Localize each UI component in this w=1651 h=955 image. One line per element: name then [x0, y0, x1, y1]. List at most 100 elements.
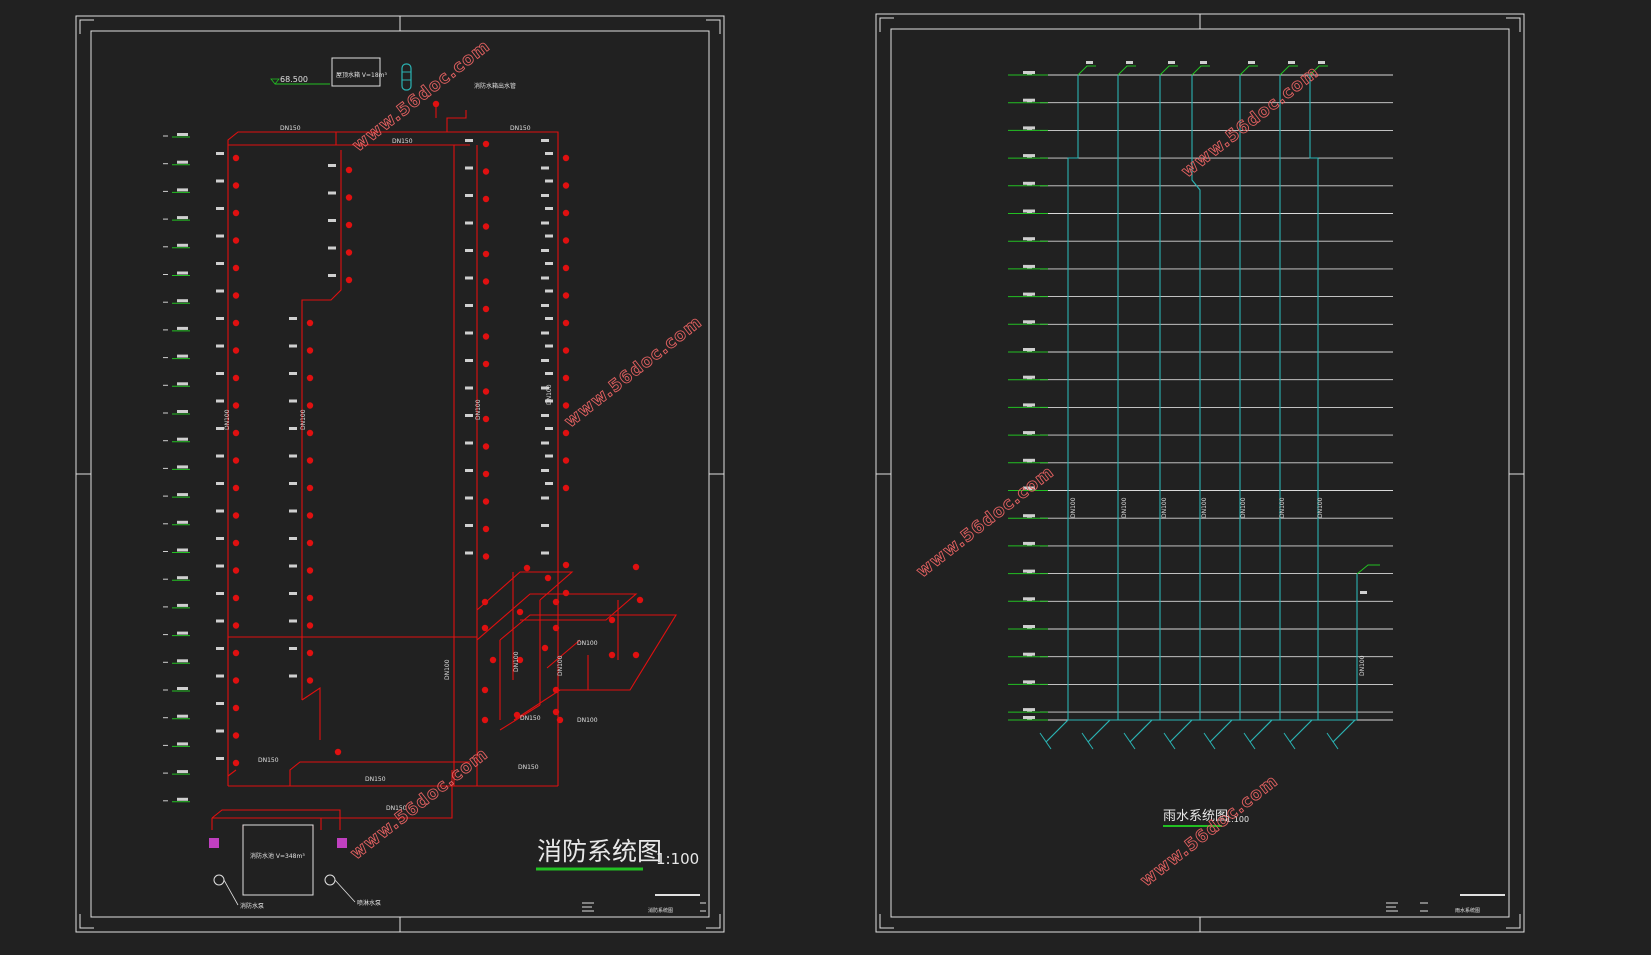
fire-floor-tag — [289, 592, 297, 595]
fire-floor-tag — [465, 441, 473, 445]
hydrant-marker — [345, 249, 353, 256]
hydrant-marker — [306, 457, 314, 464]
fire-floor-tag — [216, 454, 224, 458]
fire-level-mark — [177, 548, 188, 552]
fire-floor-tag — [216, 262, 224, 265]
pipe-label-bottom-mid: DN150 — [365, 776, 386, 783]
hydrant-marker — [232, 374, 240, 382]
fire-floor-tag — [465, 414, 473, 417]
hydrant-marker — [232, 759, 240, 767]
hydrant-marker — [481, 686, 489, 694]
fire-floor-tag — [541, 551, 549, 555]
cad-drawing: 屋顶水箱 V=18m³ 68.500 消防水箱出水管 DN150 DN150 D… — [0, 0, 1651, 951]
fire-floor-tag — [216, 399, 224, 403]
fire-floor-tag — [216, 427, 224, 430]
hydrant-marker — [562, 561, 570, 569]
hydrant-marker — [482, 278, 490, 285]
fire-floor-tag — [541, 359, 549, 362]
hydrant-marker — [306, 402, 314, 409]
hydrant-marker — [482, 470, 490, 478]
hydrant-marker — [232, 594, 240, 602]
rain-riser-label-5: DN100 — [1240, 497, 1247, 518]
fire-floor-tag — [216, 234, 224, 238]
rain-riser-label-7: DN100 — [1317, 497, 1324, 518]
hydrant-marker — [481, 716, 489, 724]
rain-riser-label-6: DN100 — [1279, 497, 1286, 518]
hydrant-marker — [544, 574, 552, 582]
fire-floor-tag — [216, 152, 224, 155]
rain-riser-label-3: DN100 — [1161, 497, 1168, 518]
hydrant-marker — [306, 594, 314, 602]
fire-floor-tag — [545, 207, 553, 210]
rain-roof-tag — [1318, 61, 1325, 64]
hydrant-marker — [306, 539, 314, 547]
fire-floor-tag — [216, 482, 224, 485]
fire-system-scale: 1:100 — [656, 850, 699, 868]
fire-floor-tag — [289, 619, 297, 623]
rain-roof-tag — [1248, 61, 1255, 64]
fire-floor-tag — [465, 249, 473, 252]
hydrant-marker — [334, 748, 342, 756]
fire-floor-tag — [216, 179, 224, 183]
fire-floor-tag — [216, 619, 224, 623]
hydrant-marker — [482, 305, 490, 313]
hydrant-marker — [482, 250, 490, 258]
hydrant-marker — [482, 195, 490, 203]
hydrant-marker — [562, 264, 570, 272]
hydrant-marker — [562, 154, 570, 162]
fire-level-mark — [177, 299, 188, 303]
pipe-label-top-mid: DN150 — [392, 138, 413, 145]
fire-level-mark — [177, 437, 188, 441]
hydrant-marker — [482, 498, 490, 505]
hydrant-marker — [516, 608, 524, 616]
hydrant-marker — [232, 539, 240, 547]
hydrant-marker — [552, 686, 560, 694]
hydrant-marker — [306, 567, 314, 574]
hydrant-marker — [562, 402, 570, 409]
hydrant-marker — [562, 457, 570, 464]
fire-level-mark — [177, 576, 188, 580]
fire-level-mark — [177, 354, 188, 358]
hydrant-marker — [562, 237, 570, 244]
fire-floor-tag — [541, 139, 549, 142]
hydrant-marker — [232, 237, 240, 244]
fire-level-mark — [177, 271, 188, 275]
hydrant-marker — [232, 319, 240, 327]
fire-floor-tag — [289, 317, 297, 320]
fire-floor-tag — [328, 219, 336, 222]
fire-floor-tag — [545, 454, 553, 458]
fire-floor-tag — [216, 757, 224, 760]
fire-floor-tag — [541, 221, 549, 225]
hydrant-marker — [562, 374, 570, 382]
pipe-label-riser-e: DN100 — [444, 659, 451, 680]
hydrant-marker — [552, 708, 560, 716]
fire-floor-tag — [216, 647, 224, 650]
hydrant-marker — [306, 484, 314, 492]
pool-label: 消防水池 V=348m³ — [250, 852, 305, 860]
fire-level-mark — [177, 659, 188, 663]
pipe-label-riser-b: DN100 — [300, 409, 307, 430]
fire-level-mark — [177, 133, 188, 136]
hydrant-marker — [562, 589, 570, 597]
fire-floor-tag — [289, 564, 297, 568]
fire-floor-tag — [541, 331, 549, 335]
fire-floor-tag — [328, 164, 336, 167]
fire-floor-tag — [545, 262, 553, 265]
fire-level-mark — [177, 742, 188, 746]
fire-floor-tag — [216, 674, 224, 678]
fire-floor-tag — [541, 496, 549, 500]
fire-level-mark — [177, 770, 188, 774]
pipe-label-bottom-left: DN150 — [258, 757, 279, 764]
hydrant-marker — [306, 319, 314, 327]
hydrant-marker — [632, 651, 640, 659]
hydrant-marker — [306, 347, 314, 354]
hydrant-marker — [556, 716, 564, 724]
hydrant-marker — [345, 221, 353, 229]
fire-floor-tag — [216, 289, 224, 293]
hydrant-marker — [482, 388, 490, 395]
fire-level-mark — [177, 243, 188, 247]
hydrant-marker — [306, 512, 314, 519]
rain-roof-tag — [1288, 61, 1295, 64]
hydrant-marker — [345, 166, 353, 174]
fire-floor-tag — [289, 372, 297, 375]
